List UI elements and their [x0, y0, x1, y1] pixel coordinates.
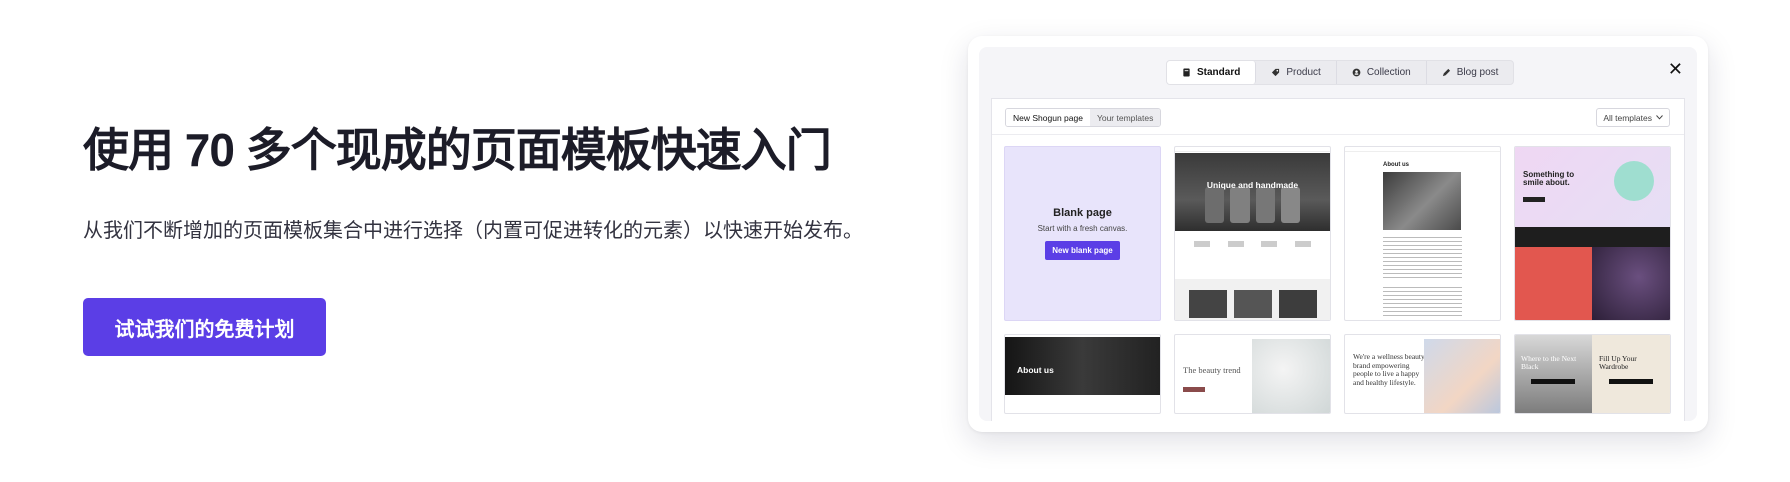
template-button-right	[1609, 379, 1653, 384]
template-right-image	[1592, 335, 1670, 413]
template-headline: About us	[1383, 162, 1409, 168]
template-card[interactable]: About us	[1344, 146, 1501, 321]
collection-icon	[1352, 68, 1361, 77]
template-headline: The beauty trend	[1183, 365, 1241, 375]
template-headline-right: Fill Up Your Wardrobe	[1599, 354, 1637, 372]
template-features-row	[1185, 241, 1320, 267]
template-picker-preview: Standard Product Collection Blog post ✕ …	[968, 36, 1708, 432]
tab-new-shogun-page[interactable]: New Shogun page	[1006, 109, 1090, 126]
tab-collection[interactable]: Collection	[1337, 61, 1427, 84]
tab-product[interactable]: Product	[1256, 61, 1337, 84]
template-headphones-image	[1592, 247, 1670, 320]
template-left-image	[1515, 335, 1593, 413]
template-pipes-image	[1383, 172, 1461, 230]
template-picker-modal: Standard Product Collection Blog post ✕ …	[979, 47, 1697, 421]
template-filter-label: All templates	[1603, 112, 1652, 123]
template-card[interactable]: About us	[1004, 334, 1161, 414]
template-headline: Something to smile about.	[1523, 170, 1575, 188]
tab-blog-post-label: Blog post	[1456, 67, 1499, 78]
template-headline: Unique and handmade	[1206, 180, 1299, 190]
template-feature-bar	[1515, 227, 1670, 247]
new-blank-page-button[interactable]: New blank page	[1045, 241, 1120, 260]
template-card[interactable]: Unique and handmade	[1174, 146, 1331, 321]
template-headline: About us	[1017, 365, 1054, 375]
template-source-toggle: New Shogun page Your templates	[1005, 108, 1162, 127]
template-nav-strip	[1175, 147, 1330, 152]
template-hero-image	[1424, 339, 1500, 413]
try-free-plan-button[interactable]: 试试我们的免费计划	[83, 298, 326, 356]
template-filter-dropdown[interactable]: All templates	[1596, 108, 1670, 127]
page-title: 使用 70 多个现成的页面模板快速入门	[83, 124, 832, 176]
tab-standard[interactable]: Standard	[1167, 61, 1257, 84]
template-earbuds-image	[1614, 161, 1654, 201]
template-grid: Blank page Start with a fresh canvas. Ne…	[1004, 146, 1671, 414]
tag-icon	[1272, 68, 1280, 77]
blank-page-card[interactable]: Blank page Start with a fresh canvas. Ne…	[1004, 146, 1161, 321]
blank-page-title: Blank page	[1053, 207, 1112, 219]
template-card[interactable]: The beauty trend	[1174, 334, 1331, 414]
document-icon	[1183, 68, 1190, 77]
page-type-tabs: Standard Product Collection Blog post	[1166, 60, 1515, 85]
template-headline: We're a wellness beauty brand empowering…	[1353, 352, 1425, 387]
template-button	[1523, 197, 1545, 202]
template-products-row	[1175, 279, 1330, 320]
page-subtitle: 从我们不断增加的页面模板集合中进行选择（内置可促进转化的元素）以快速开始发布。	[83, 220, 863, 242]
tab-product-label: Product	[1286, 67, 1321, 78]
template-body-text-2	[1383, 287, 1462, 317]
pen-icon	[1442, 68, 1450, 77]
template-body-text	[1383, 237, 1462, 279]
template-red-image	[1515, 247, 1593, 320]
templates-panel: New Shogun page Your templates All templ…	[991, 98, 1685, 421]
template-card[interactable]: Where to the Next Black Fill Up Your War…	[1514, 334, 1671, 414]
template-headline: Where to the Next Black	[1521, 354, 1577, 372]
tab-blog-post[interactable]: Blog post	[1427, 61, 1514, 84]
chevron-down-icon	[1656, 115, 1663, 120]
template-card[interactable]: We're a wellness beauty brand empowering…	[1344, 334, 1501, 414]
tab-your-templates[interactable]: Your templates	[1089, 109, 1161, 126]
tab-standard-label: Standard	[1197, 67, 1241, 78]
close-icon[interactable]: ✕	[1668, 59, 1683, 80]
template-button	[1531, 379, 1575, 384]
template-cups-image	[1205, 187, 1300, 223]
template-hero-image	[1252, 339, 1330, 413]
tab-collection-label: Collection	[1366, 67, 1411, 78]
blank-page-subtitle: Start with a fresh canvas.	[1037, 224, 1128, 233]
template-button	[1183, 387, 1205, 392]
templates-panel-header: New Shogun page Your templates All templ…	[992, 99, 1684, 135]
template-card[interactable]: Something to smile about.	[1514, 146, 1671, 321]
template-nav-strip	[1345, 147, 1500, 152]
